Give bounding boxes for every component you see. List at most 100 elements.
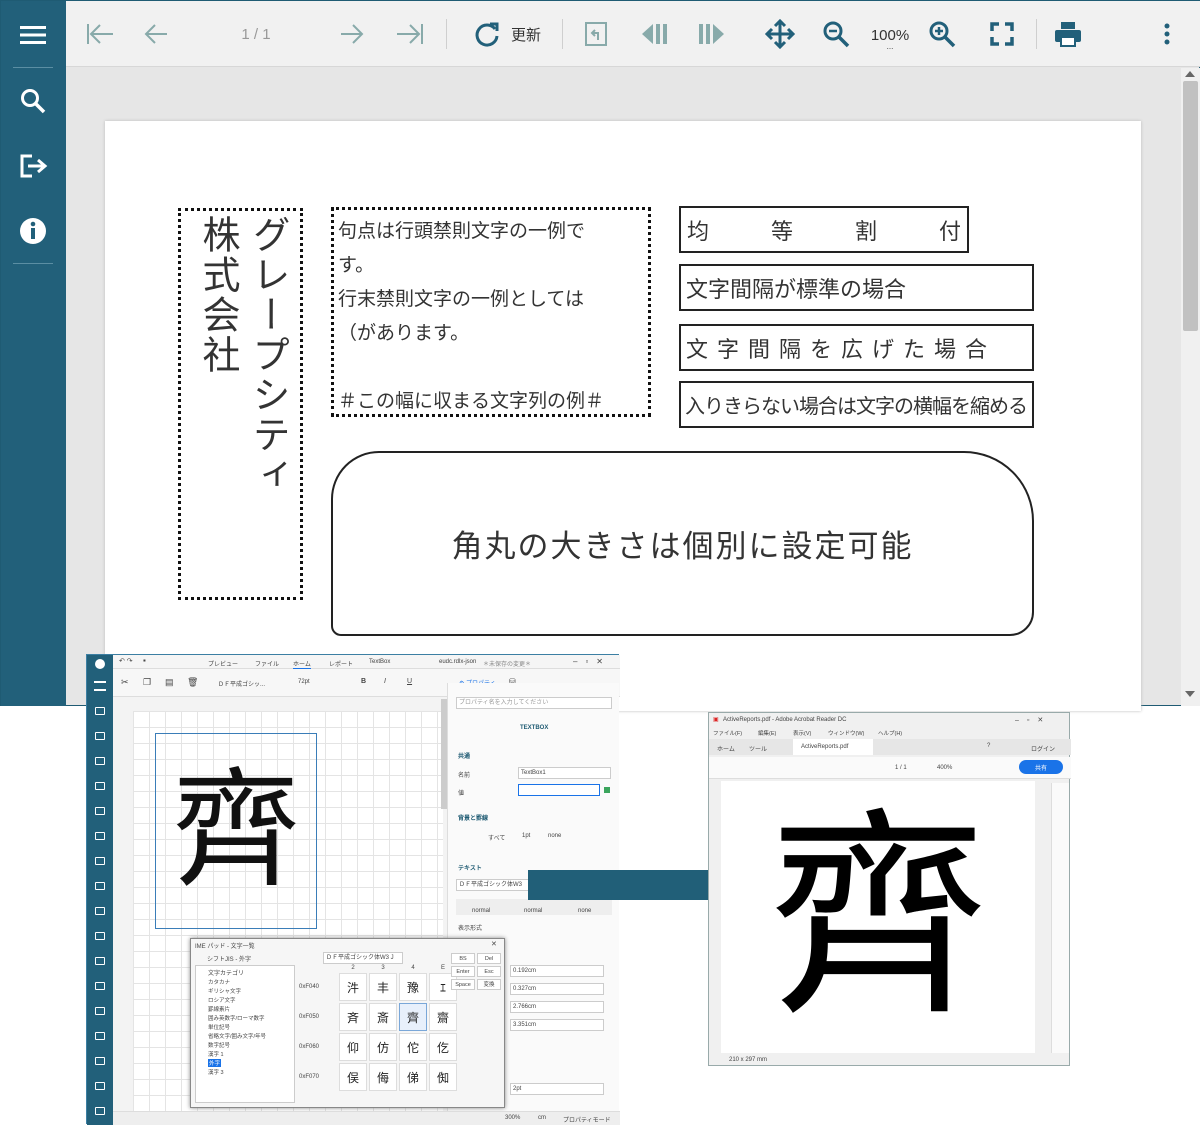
text-style-label[interactable]: normal xyxy=(472,908,490,914)
char-cell[interactable]: 倁 xyxy=(429,1063,457,1091)
underline-button[interactable]: U xyxy=(407,678,412,685)
info-icon[interactable] xyxy=(13,211,53,251)
category-item[interactable]: ギリシャ文字 xyxy=(208,987,241,995)
sparkline-tool-icon[interactable] xyxy=(95,1057,105,1065)
refresh-button[interactable]: 更新 xyxy=(462,19,552,49)
char-cell[interactable]: 俣 xyxy=(339,1063,367,1091)
first-page-icon[interactable] xyxy=(82,19,118,49)
category-item[interactable]: カタカナ xyxy=(208,978,230,986)
history-back-icon[interactable] xyxy=(636,19,672,49)
chart-tool-icon[interactable] xyxy=(95,1007,105,1015)
char-cell[interactable]: 仿 xyxy=(369,1033,397,1061)
ime-key[interactable]: Space xyxy=(451,979,475,990)
page-indicator[interactable]: 1 / 1 xyxy=(226,19,286,49)
tab-textbox[interactable]: TextBox xyxy=(369,659,390,665)
category-item[interactable]: 罫線素片 xyxy=(208,1005,230,1013)
matrix-tool-icon[interactable] xyxy=(95,982,105,990)
menu-item[interactable]: ウィンドウ(W) xyxy=(828,729,864,737)
ime-charset[interactable]: シフトJIS - 外字 xyxy=(207,954,251,963)
char-cell[interactable]: 仡 xyxy=(429,1033,457,1061)
char-cell[interactable]: 佗 xyxy=(399,1033,427,1061)
ime-key[interactable]: BS xyxy=(451,953,475,964)
checkbox-tool-icon[interactable] xyxy=(95,782,105,790)
table-tool-icon[interactable] xyxy=(95,957,105,965)
textbox-tool-icon[interactable] xyxy=(95,757,105,765)
menu-item[interactable]: ファイル(F) xyxy=(713,729,742,737)
map-tool-icon[interactable] xyxy=(95,1082,105,1090)
char-cell[interactable]: 豫 xyxy=(399,973,427,1001)
border-label[interactable]: 1pt xyxy=(522,833,530,839)
bold-button[interactable]: B xyxy=(361,678,366,685)
font-size-select[interactable]: 72pt xyxy=(298,679,310,685)
status-mode[interactable]: プロパティモード xyxy=(563,1115,611,1124)
scroll-up-icon[interactable] xyxy=(1185,71,1195,77)
window-controls[interactable]: ‒▫✕ xyxy=(1015,716,1051,724)
char-cell[interactable]: 斎 xyxy=(369,1003,397,1031)
measure-field[interactable]: 0.192cm xyxy=(510,965,604,977)
ime-key[interactable]: 変換 xyxy=(477,979,501,990)
zoom-out-icon[interactable] xyxy=(818,19,854,49)
ime-key[interactable]: Del xyxy=(477,953,501,964)
zoom-level[interactable]: 100% ... xyxy=(862,23,918,53)
status-zoom[interactable]: 300% xyxy=(505,1115,520,1121)
property-search-input[interactable]: プロパティ名を入力してください xyxy=(456,697,612,709)
char-cell[interactable]: 仰 xyxy=(339,1033,367,1061)
scrollbar-thumb[interactable] xyxy=(1183,81,1198,331)
delete-icon[interactable]: 🗑 xyxy=(187,677,198,688)
save-icon[interactable]: ▪ xyxy=(143,656,146,665)
report-part-icon[interactable] xyxy=(95,882,105,890)
char-cell[interactable]: 齊 xyxy=(399,1003,427,1031)
status-unit[interactable]: cm xyxy=(538,1115,546,1121)
ime-font-select[interactable]: ＤＦ平成ゴシック体W3 J xyxy=(323,952,403,964)
font-select[interactable]: ＤＦ平成ゴシッ... xyxy=(218,679,265,688)
char-cell[interactable]: 斉 xyxy=(339,1003,367,1031)
undo-redo-icon[interactable]: ↶ ↷ xyxy=(119,657,133,665)
barcode-tool-icon[interactable] xyxy=(95,807,105,815)
category-item[interactable]: 単位記号 xyxy=(208,1023,230,1031)
char-cell[interactable]: 丰 xyxy=(369,973,397,1001)
category-item[interactable]: 漢字 1 xyxy=(208,1050,224,1058)
prev-page-icon[interactable] xyxy=(138,19,174,49)
ime-key[interactable]: Esc xyxy=(477,966,501,977)
pan-icon[interactable] xyxy=(760,19,800,49)
tab-report[interactable]: レポート xyxy=(329,659,353,668)
category-item[interactable]: 省略文字/囲み文字/年号 xyxy=(208,1032,266,1040)
bullet-tool-icon[interactable] xyxy=(95,1032,105,1040)
image-tool-icon[interactable] xyxy=(95,907,105,915)
measure-field[interactable]: 0.327cm xyxy=(510,983,604,995)
search-icon[interactable] xyxy=(13,81,53,121)
tab-preview[interactable]: プレビュー xyxy=(208,659,238,668)
zoom-in-icon[interactable] xyxy=(924,19,960,49)
shape-tool-icon[interactable] xyxy=(95,857,105,865)
tab-file[interactable]: ファイル xyxy=(255,659,279,668)
fullscreen-icon[interactable] xyxy=(984,19,1020,49)
page-indicator[interactable]: 1 / 1 xyxy=(895,765,907,771)
print-icon[interactable] xyxy=(1050,19,1086,49)
line-tool-icon[interactable] xyxy=(95,832,105,840)
tab-tools[interactable]: ツール xyxy=(749,744,767,753)
list-tool-icon[interactable] xyxy=(95,932,105,940)
category-item[interactable]: 漢字 3 xyxy=(208,1068,224,1076)
value-expression-icon[interactable] xyxy=(604,787,610,793)
ime-key[interactable]: Enter xyxy=(451,966,475,977)
share-button[interactable]: 共有 xyxy=(1019,760,1063,774)
category-item[interactable]: ロシア文字 xyxy=(208,996,236,1004)
italic-button[interactable]: I xyxy=(384,678,386,685)
border-label[interactable]: すべて xyxy=(488,833,505,842)
name-field[interactable]: TextBox1 xyxy=(518,767,611,779)
next-page-icon[interactable] xyxy=(334,19,370,49)
more-options-icon[interactable] xyxy=(1152,19,1182,49)
subreport-icon[interactable] xyxy=(95,1107,105,1115)
category-item[interactable]: 外字 xyxy=(208,1059,222,1067)
last-page-icon[interactable] xyxy=(392,19,428,49)
menu-icon[interactable] xyxy=(94,681,106,691)
tree-icon[interactable] xyxy=(95,732,105,740)
window-controls[interactable]: ‒▫✕ xyxy=(573,657,611,666)
zoom-level[interactable]: 400% xyxy=(937,765,952,771)
char-cell[interactable]: 俤 xyxy=(399,1063,427,1091)
value-field[interactable] xyxy=(518,784,600,796)
tab-home[interactable]: ホーム xyxy=(293,659,311,669)
menu-item[interactable]: ヘルプ(H) xyxy=(878,729,902,737)
category-item[interactable]: 囲み英数字/ローマ数字 xyxy=(208,1014,265,1022)
measure-field[interactable]: 3.351cm xyxy=(510,1019,604,1031)
